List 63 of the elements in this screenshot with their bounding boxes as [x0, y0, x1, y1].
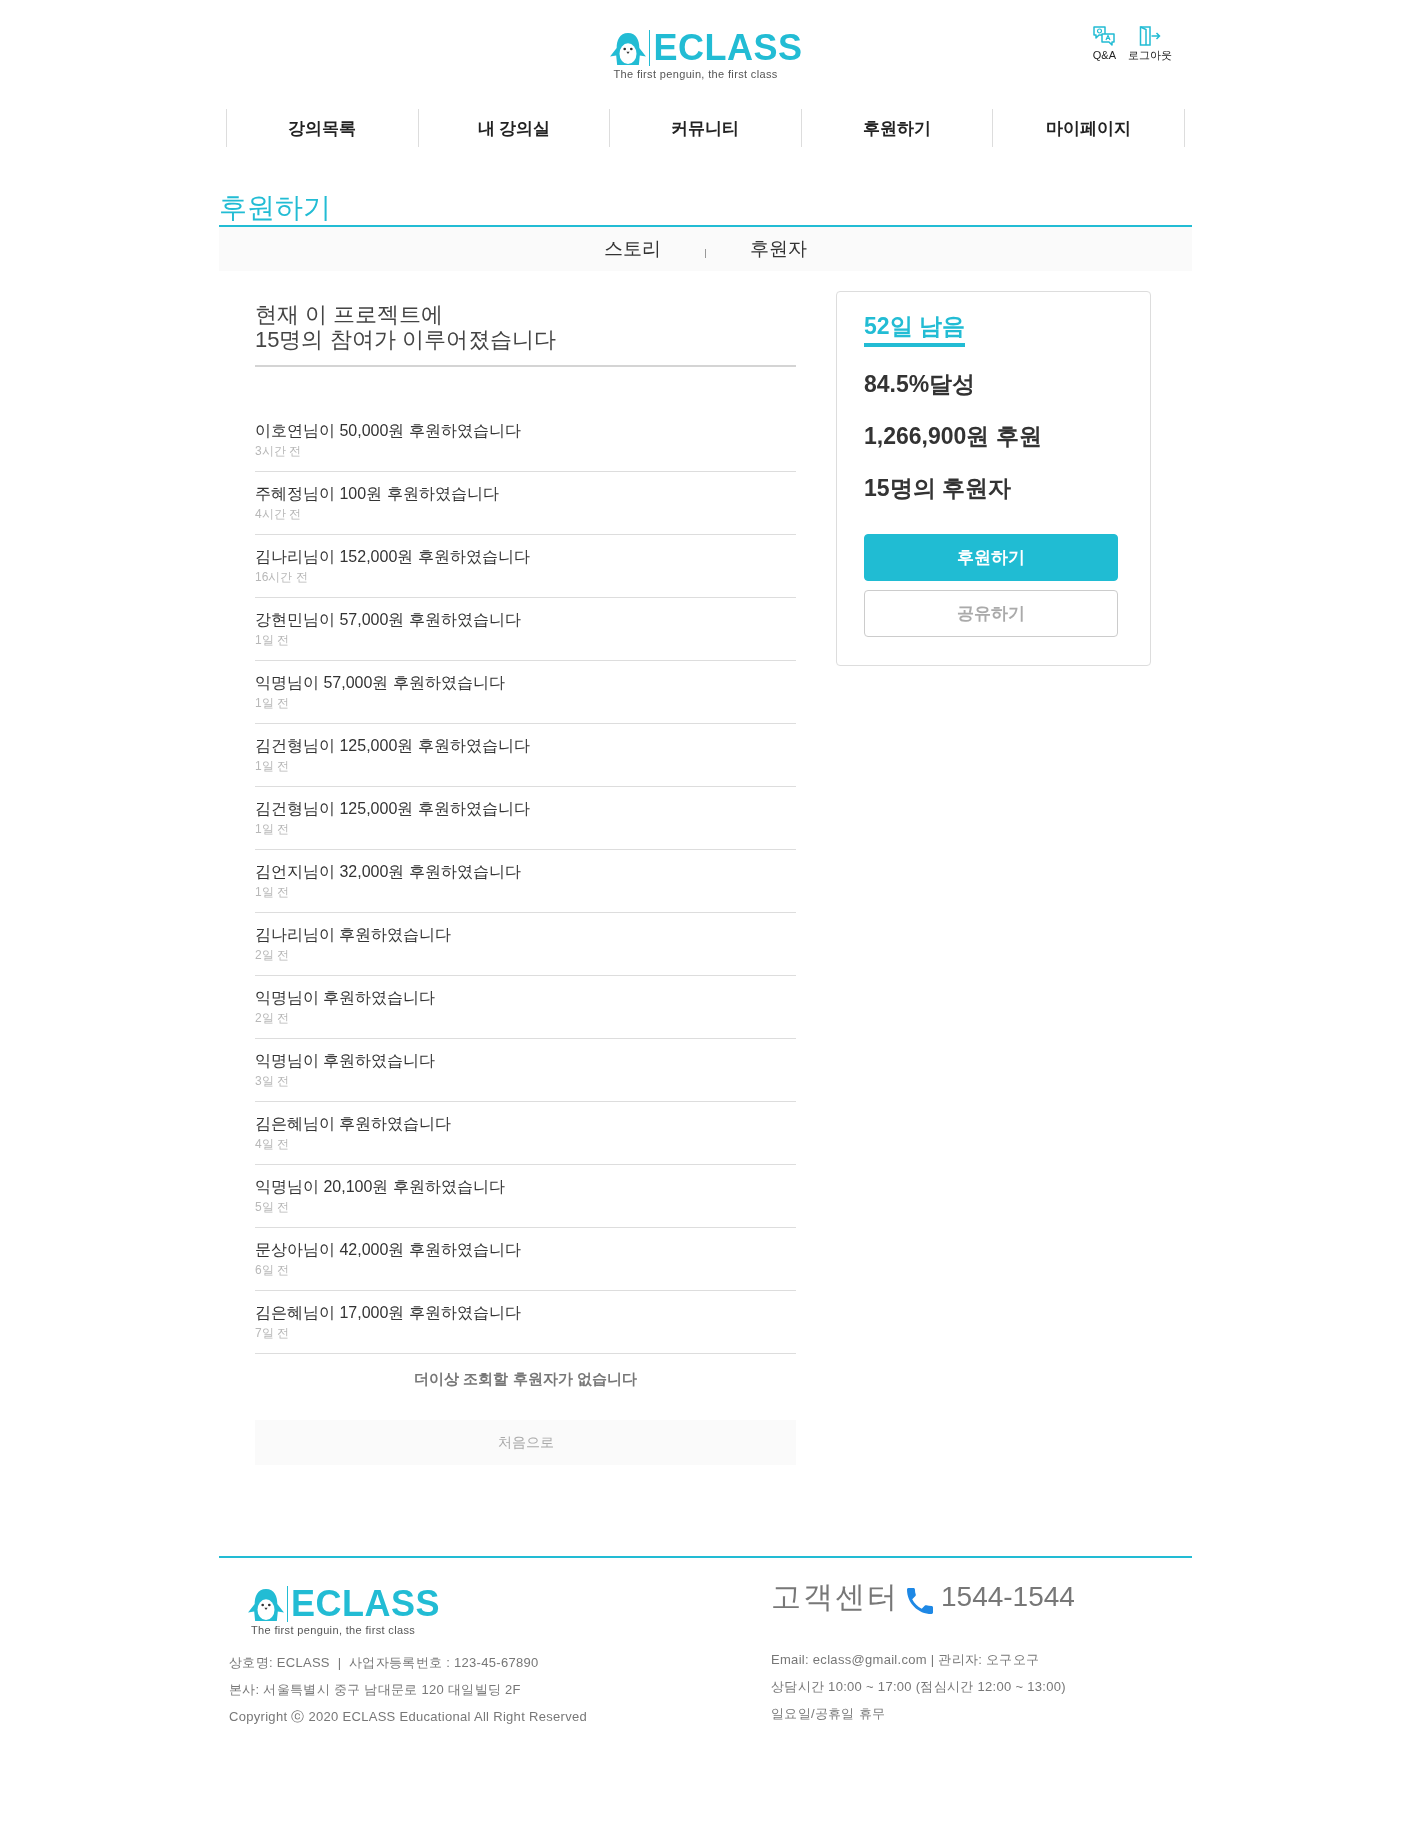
donation-message: 익명님이 20,100원 후원하였습니다 [255, 1177, 505, 1197]
donation-time: 4일 전 [255, 1136, 289, 1153]
donation-message: 김나리님이 152,000원 후원하였습니다 [255, 547, 530, 567]
donation-time: 5일 전 [255, 1199, 289, 1216]
funding-stat: 84.5%달성 [864, 370, 976, 399]
logo-tagline: The first penguin, the first class [613, 68, 778, 81]
speech-bubbles-icon [1093, 26, 1116, 46]
logo-wordmark: ECLASS [649, 30, 803, 66]
donation-message: 김언지님이 32,000원 후원하였습니다 [255, 862, 521, 882]
company-info: 본사: 서울특별시 중구 남대문로 120 대일빌딩 2F [229, 1681, 521, 1699]
nav-item[interactable]: 후원하기 [800, 109, 993, 147]
donation-message: 강현민님이 57,000원 후원하였습니다 [255, 610, 521, 630]
donation-time: 2일 전 [255, 947, 289, 964]
logout-link[interactable]: 로그아웃 [1128, 26, 1172, 62]
logo-wordmark: ECLASS [287, 1586, 441, 1622]
contact-info: Email: eclass@gmail.com | 관리자: 오구오구 [771, 1651, 1040, 1669]
donation-time: 1일 전 [255, 821, 289, 838]
donation-time: 3일 전 [255, 1073, 289, 1090]
donation-time: 16시간 전 [255, 569, 308, 586]
donation-message: 익명님이 후원하였습니다 [255, 1051, 436, 1071]
donation-time: 1일 전 [255, 632, 289, 649]
days-left: 52일 남음 [864, 311, 965, 347]
donation-time: 3시간 전 [255, 443, 301, 460]
funding-stat: 1,266,900원 후원 [864, 422, 1042, 451]
company-info: Copyright ⓒ 2020 ECLASS Educational All Right Reserved [229, 1708, 587, 1726]
donation-time: 1일 전 [255, 758, 289, 775]
nav-item[interactable]: 내 강의실 [417, 109, 610, 147]
donation-message: 이호연님이 50,000원 후원하였습니다 [255, 421, 521, 441]
donation-message: 김은혜님이 후원하였습니다 [255, 1114, 452, 1134]
tab[interactable]: 스토리 [602, 237, 663, 261]
donation-time: 6일 전 [255, 1262, 289, 1279]
customer-center-label: 고객센터 [771, 1579, 899, 1615]
donation-message: 익명님이 후원하였습니다 [255, 988, 436, 1008]
donation-message: 김은혜님이 17,000원 후원하였습니다 [255, 1303, 521, 1323]
penguin-icon [247, 1588, 285, 1622]
donation-message: 주혜정님이 100원 후원하였습니다 [255, 484, 499, 504]
company-info: 상호명: ECLASS | 사업자등록번호 : 123-45-67890 [229, 1654, 539, 1672]
donation-time: 1일 전 [255, 695, 289, 712]
page-title: 후원하기 [219, 191, 331, 225]
donation-time: 4시간 전 [255, 506, 301, 523]
donation-message: 김건형님이 125,000원 후원하였습니다 [255, 736, 530, 756]
donation-time: 7일 전 [255, 1325, 289, 1342]
donation-message: 김건형님이 125,000원 후원하였습니다 [255, 799, 530, 819]
exit-door-icon [1139, 26, 1161, 46]
phone-icon [907, 1588, 933, 1614]
tab[interactable]: 후원자 [748, 237, 809, 261]
logo-tagline: The first penguin, the first class [251, 1624, 416, 1637]
donation-time: 2일 전 [255, 1010, 289, 1027]
participation-summary: 현재 이 프로젝트에 15명의 참여가 이루어졌습니다 [255, 302, 557, 352]
donation-message: 김나리님이 후원하였습니다 [255, 925, 452, 945]
penguin-icon [609, 32, 648, 66]
donation-time: 1일 전 [255, 884, 289, 901]
phone-number: 1544-1544 [941, 1580, 1075, 1614]
funding-stat: 15명의 후원자 [864, 474, 1011, 503]
nav-item[interactable]: 커뮤니티 [609, 109, 801, 147]
nav-item[interactable]: 마이페이지 [992, 109, 1185, 147]
donation-message: 문상아님이 42,000원 후원하였습니다 [255, 1240, 521, 1260]
donation-message: 익명님이 57,000원 후원하였습니다 [255, 673, 505, 693]
contact-info: 상담시간 10:00 ~ 17:00 (점심시간 12:00 ~ 13:00) [771, 1678, 1066, 1696]
qa-link[interactable]: Q&A [1092, 26, 1116, 62]
nav-item[interactable]: 강의목록 [226, 109, 418, 147]
end-of-list-message: 더이상 조회할 후원자가 없습니다 [414, 1369, 637, 1389]
contact-info: 일요일/공휴일 휴무 [771, 1705, 886, 1723]
